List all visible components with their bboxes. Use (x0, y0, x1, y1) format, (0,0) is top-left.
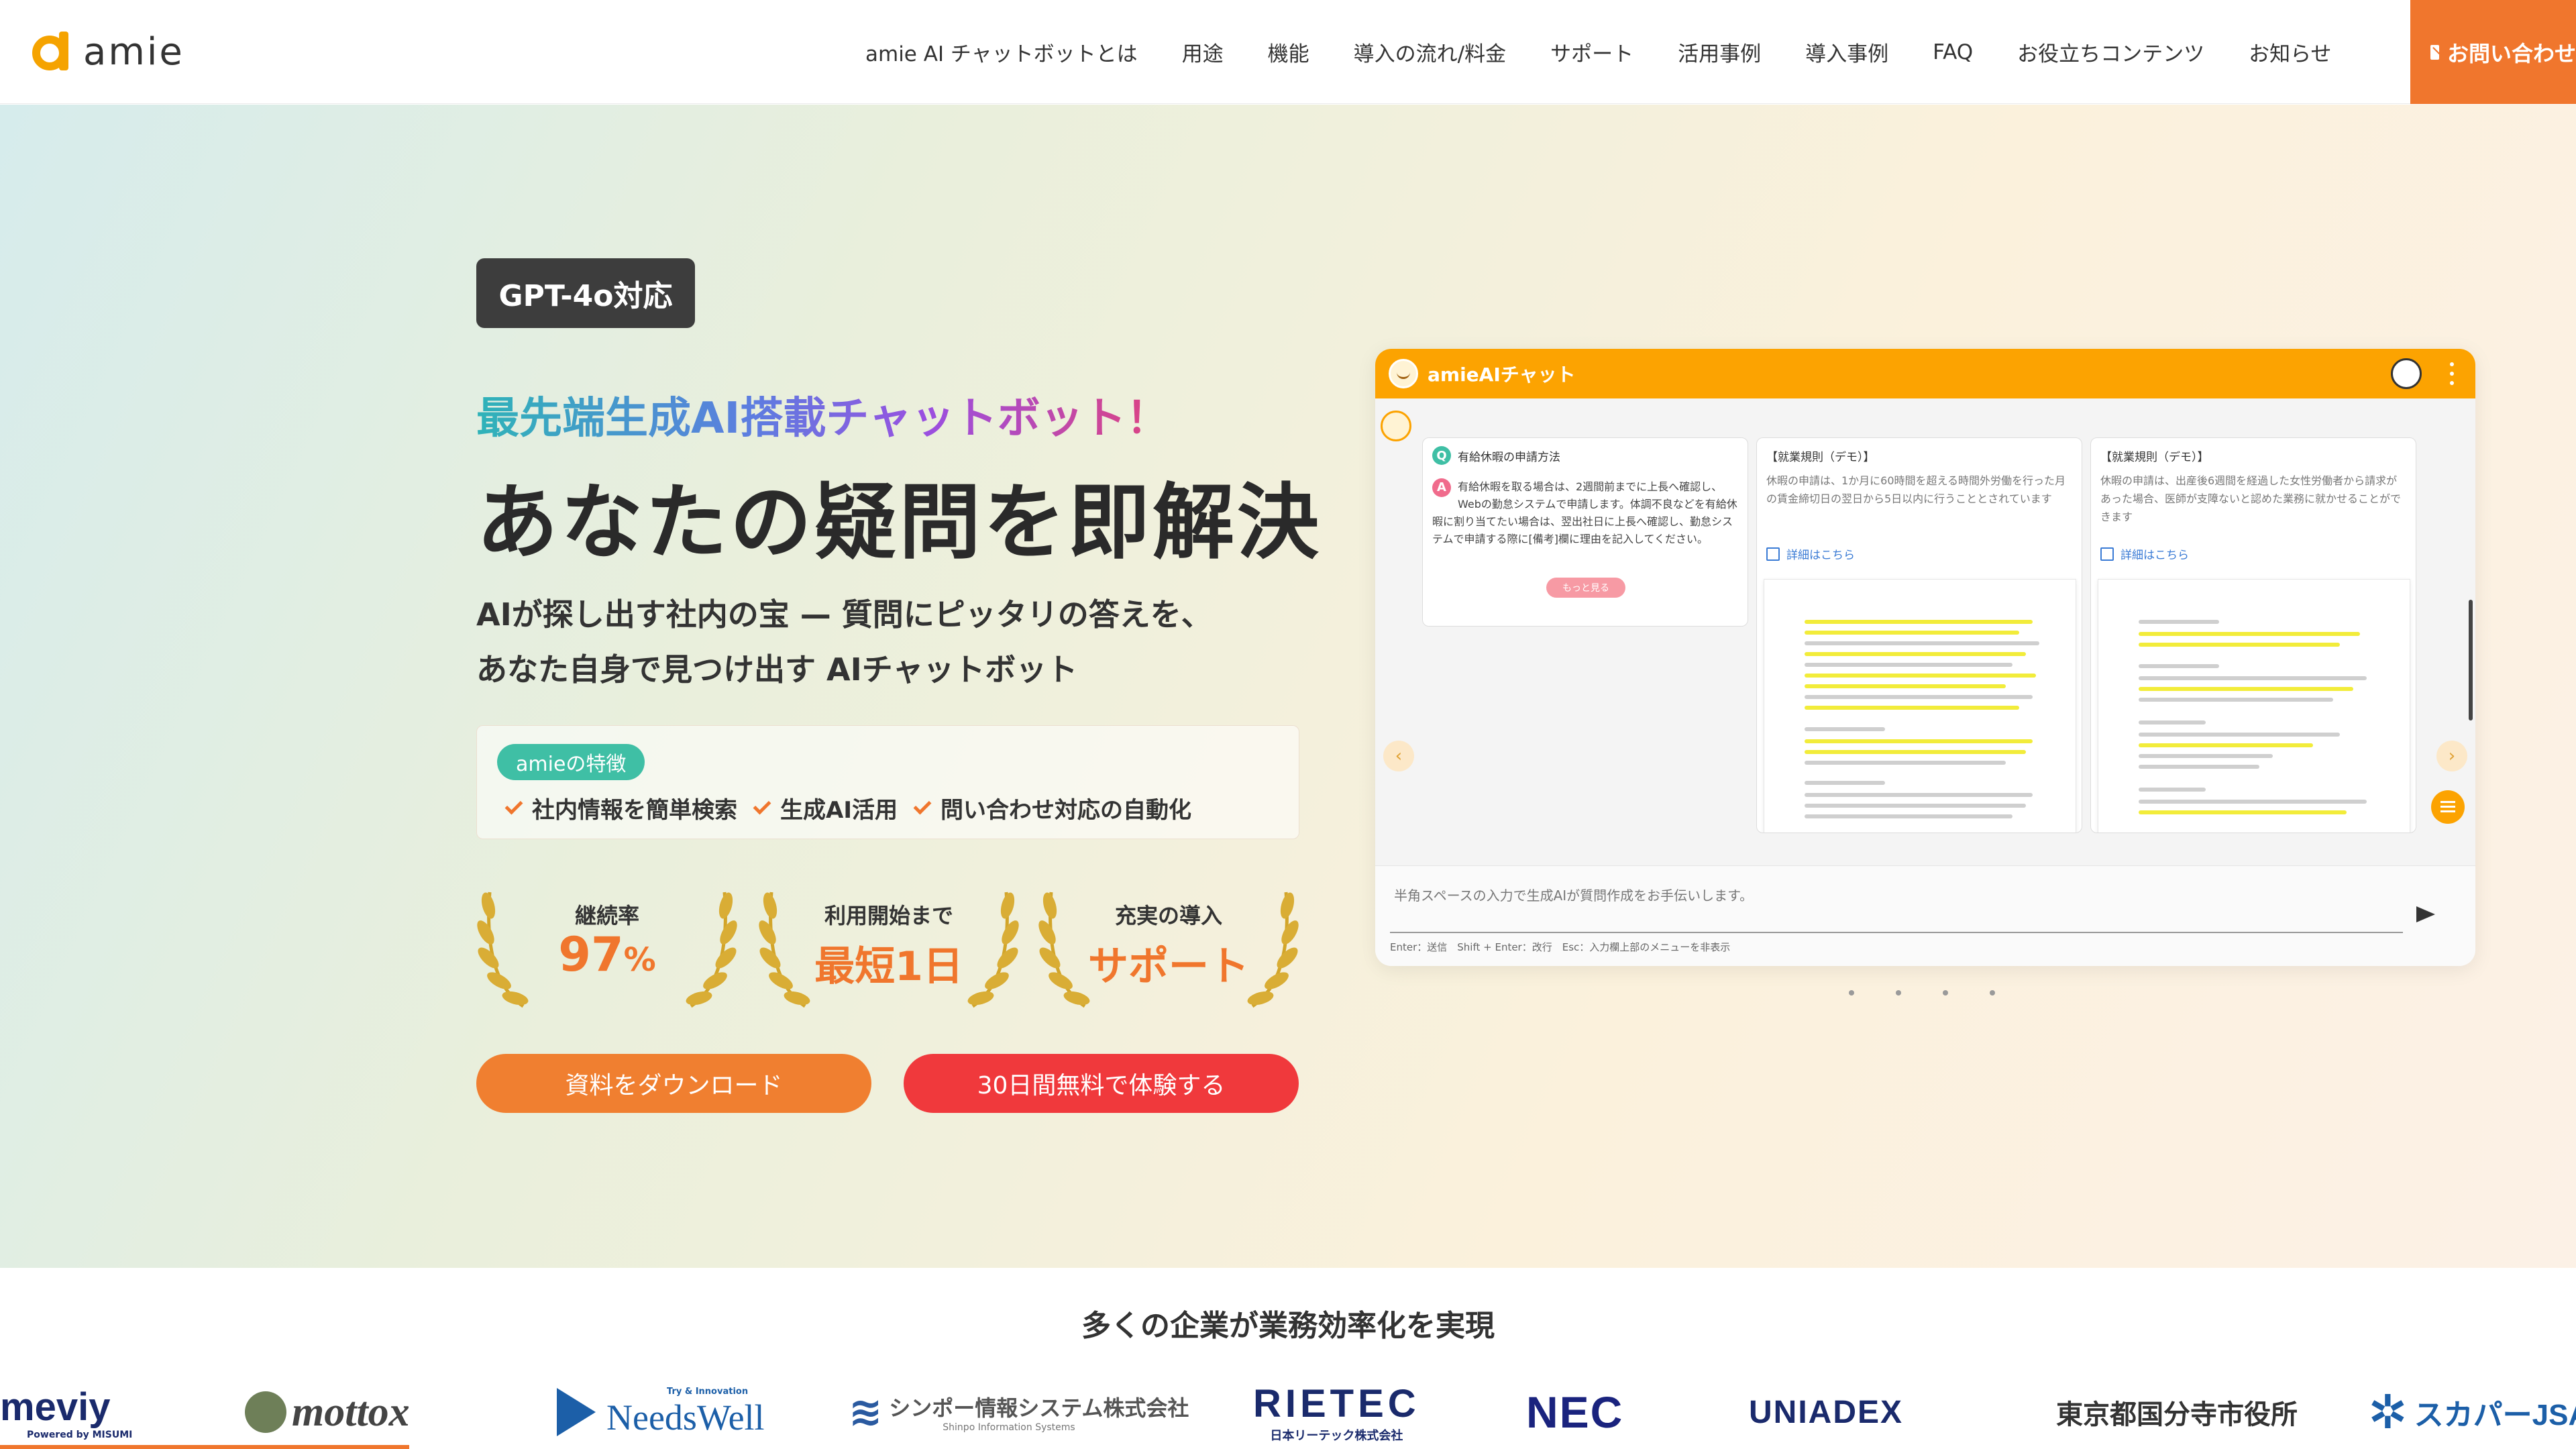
bot-avatar-icon (1381, 411, 1411, 441)
chat-header: amieAIチャット (1375, 349, 2475, 398)
feature-box: amieの特徴 社内情報を簡単検索 生成AI活用 問い合わせ対応の自動化 (476, 725, 1299, 839)
logo-rietec: RIETEC 日本リーテック株式会社 (1253, 1381, 1420, 1443)
check-icon (504, 796, 523, 814)
logo-needswell: Try & Innovation NeedsWell (557, 1379, 765, 1446)
needswell-icon (557, 1388, 596, 1436)
nav-news[interactable]: お知らせ (2249, 37, 2331, 67)
detail-link[interactable]: 詳細はこちら (2100, 545, 2189, 562)
external-link-icon (1766, 547, 1780, 561)
client-logo-row: meviy Powered by MISUMI mottox Try & Inn… (0, 1379, 2576, 1446)
hero-description-2: あなた自身で見つけ出す AIチャットボット (476, 651, 1078, 688)
input-underline (1390, 932, 2403, 933)
gpt-badge: GPT-4o対応 (476, 258, 695, 328)
scrollbar[interactable] (2469, 600, 2473, 720)
stat-value: サポート (1088, 943, 1249, 990)
logo-kokubunji: 東京都国分寺市役所 (2056, 1399, 2298, 1430)
stat-label: 利用開始まで (824, 903, 953, 928)
question-row: Q 有給休暇の申請方法 (1432, 446, 1560, 465)
chat-title: amieAIチャット (1428, 364, 1576, 386)
nav-usage[interactable]: 用途 (1182, 37, 1224, 67)
check-icon (753, 796, 771, 814)
stat-support: 充実の導入 サポート (1038, 879, 1299, 1013)
answer-card: Q 有給休暇の申請方法 A 有給休暇を取る場合は、2週間前までに上長へ確認し、Web… (1422, 437, 1748, 627)
mail-icon (2430, 44, 2439, 60)
carousel-dots (1849, 990, 2037, 996)
q-icon: Q (1432, 446, 1451, 465)
a-icon: A (1432, 478, 1451, 497)
stat-start-time: 利用開始まで 最短1日 (758, 879, 1020, 1013)
main-nav: amie AI チャットボットとは 用途 機能 導入の流れ/料金 サポート 活用… (865, 0, 2376, 104)
carousel-dot[interactable] (1896, 990, 1901, 996)
bot-avatar-icon (1389, 359, 1418, 388)
stat-value: 最短1日 (814, 943, 963, 990)
logo-text: amie (83, 30, 184, 74)
logo-skyperfect-jsat: ✲ スカパーJSAT (2368, 1385, 2576, 1440)
carousel-dot[interactable] (1990, 990, 1995, 996)
jsat-icon: ✲ (2368, 1385, 2408, 1440)
logo-nec: NEC (1526, 1387, 1624, 1437)
answer-row: A 有給休暇を取る場合は、2週間前までに上長へ確認し、Webの勤怠システムで申請し… (1432, 478, 1741, 548)
feature-tag: amieの特徴 (497, 744, 645, 780)
contact-button[interactable]: お問い合わせ (2410, 0, 2576, 104)
source-title: 【就業規則（デモ）】 (1766, 451, 1875, 464)
free-trial-button[interactable]: 30日間無料で体験する (904, 1054, 1299, 1113)
list-menu-icon[interactable] (2431, 790, 2465, 824)
nav-resources[interactable]: お役立ちコンテンツ (2017, 37, 2204, 67)
detail-link[interactable]: 詳細はこちら (1766, 545, 1855, 562)
nav-case-studies[interactable]: 導入事例 (1805, 37, 1888, 67)
hero-subheadline: 最先端生成AI搭載チャットボット！ (476, 384, 1169, 445)
logo-uniadex: UNIADEX (1749, 1394, 1904, 1430)
document-preview (1764, 579, 2076, 833)
feature-item: 生成AI活用 (753, 792, 898, 824)
document-preview (2098, 579, 2410, 833)
feature-list: 社内情報を簡単検索 生成AI活用 問い合わせ対応の自動化 (504, 792, 1212, 824)
logo-carousel-progress (0, 1445, 409, 1449)
logo-mottox: mottox (245, 1379, 410, 1446)
carousel-next-icon[interactable]: › (2436, 741, 2467, 771)
source-text: 休暇の申請は、1か月に60時間を超える時間外労働を行った月の賃金締切日の翌日から… (1766, 474, 2066, 505)
stat-label: 充実の導入 (1114, 903, 1222, 928)
nav-features[interactable]: 機能 (1268, 37, 1309, 67)
clients-title: 多くの企業が業務効率化を実現 (1081, 1309, 1495, 1343)
shinpo-icon: ≋ (849, 1389, 883, 1436)
more-button[interactable]: もっと見る (1546, 578, 1625, 598)
kebab-menu-icon[interactable] (2450, 362, 2455, 385)
stat-label: 継続率 (574, 903, 639, 928)
logo-meviy: meviy Powered by MISUMI (0, 1385, 133, 1440)
check-icon (913, 796, 932, 814)
source-title: 【就業規則（デモ）】 (2100, 451, 2209, 464)
nav-about[interactable]: amie AI チャットボットとは (865, 37, 1138, 67)
amie-logo-icon (32, 32, 72, 72)
nav-faq[interactable]: FAQ (1933, 40, 1973, 64)
operator-icon[interactable] (2391, 358, 2422, 389)
input-hint: Enter：送信 Shift + Enter：改行 Esc：入力欄上部のメニュー… (1390, 941, 1731, 953)
feature-item: 問い合わせ対応の自動化 (913, 792, 1191, 824)
carousel-dot[interactable] (1849, 990, 1854, 996)
feature-item: 社内情報を簡単検索 (504, 792, 737, 824)
source-card: 【就業規則（デモ）】 休暇の申請は、1か月に60時間を超える時間外労働を行った月… (1756, 437, 2082, 833)
chat-window: amieAIチャット Q 有給休暇の申請方法 A 有給休暇を取る場合は、2週間前まで… (1375, 349, 2475, 966)
source-card: 【就業規則（デモ）】 休暇の申請は、出産後6週間を経過した女性労働者から請求があ… (2090, 437, 2416, 833)
carousel-dot[interactable] (1943, 990, 1948, 996)
amie-logo[interactable]: amie (32, 30, 184, 74)
nav-use-cases[interactable]: 活用事例 (1678, 37, 1761, 67)
contact-label: お問い合わせ (2447, 40, 2576, 66)
hero-description-1: AIが探し出す社内の宝 — 質問にピッタリの答えを、 (476, 596, 1212, 633)
stat-retention: 継続率 97% (476, 879, 738, 1013)
chat-input-placeholder[interactable]: 半角スペースの入力で生成AIが質問作成をお手伝いします。 (1394, 885, 1753, 904)
download-button[interactable]: 資料をダウンロード (476, 1054, 871, 1113)
stat-value: 97% (558, 927, 656, 982)
source-text: 休暇の申請は、出産後6週間を経過した女性労働者から請求があった場合、医師が支障な… (2100, 474, 2402, 523)
nav-support[interactable]: サポート (1550, 37, 1633, 67)
site-header: amie amie AI チャットボットとは 用途 機能 導入の流れ/料金 サポ… (0, 0, 2576, 104)
carousel-prev-icon[interactable]: ‹ (1383, 741, 1414, 771)
chat-input-area[interactable]: 半角スペースの入力で生成AIが質問作成をお手伝いします。 Enter：送信 Sh… (1375, 865, 2475, 966)
send-icon[interactable] (2416, 906, 2435, 922)
mottox-icon (245, 1391, 286, 1433)
external-link-icon (2100, 547, 2114, 561)
chat-body: Q 有給休暇の申請方法 A 有給休暇を取る場合は、2週間前までに上長へ確認し、Web… (1375, 398, 2475, 833)
logo-shinpo: ≋ シンポー情報システム株式会社 Shinpo Information Syst… (849, 1389, 1189, 1436)
nav-pricing[interactable]: 導入の流れ/料金 (1354, 37, 1506, 67)
hero-headline: あなたの疑問を即解決 (476, 475, 1322, 570)
